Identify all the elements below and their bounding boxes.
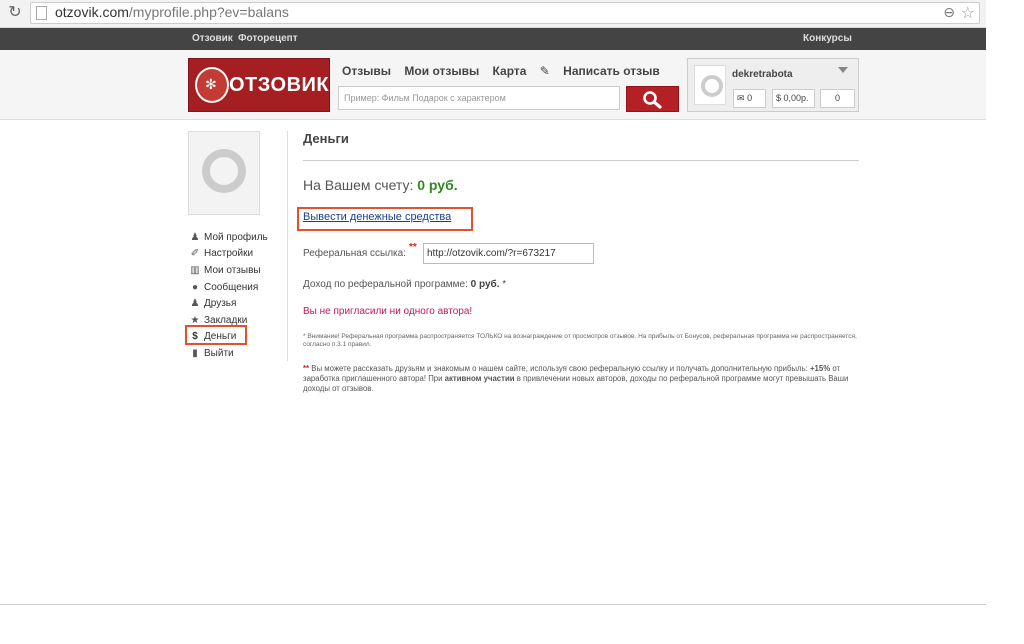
person-icon: ♟ <box>190 231 200 243</box>
logo-text: ОТЗОВИК <box>229 74 330 96</box>
withdraw-link[interactable]: Вывести денежные средства <box>303 211 451 223</box>
balance-label: На Вашем счету: <box>303 177 414 193</box>
sidebar-item-label: Друзья <box>204 298 237 310</box>
reviews-icon: ▥ <box>190 264 200 276</box>
search-icon <box>643 91 662 109</box>
sidebar-item-logout[interactable]: ▮ Выйти <box>189 345 268 362</box>
title-divider <box>303 160 859 161</box>
username[interactable]: dekretrabota <box>732 69 793 80</box>
sidebar-divider <box>287 131 288 361</box>
profile-avatar <box>188 131 260 215</box>
site-header: ОТЗОВИК Отзывы Мои отзывы Карта ✎ Написа… <box>0 50 986 120</box>
sidebar-item-settings[interactable]: ✐ Настройки <box>189 246 268 263</box>
sidebar-item-messages[interactable]: ● Сообщения <box>189 279 268 296</box>
zoom-icon[interactable]: ⊖ <box>943 4 955 21</box>
user-panel: dekretrabota ✉ 0 $ 0,00р. 0 <box>687 58 859 112</box>
topbar-link-fotorecept[interactable]: Фоторецепт <box>238 33 298 44</box>
footer-divider <box>0 604 986 605</box>
sidebar-item-label: Сообщения <box>204 281 259 293</box>
nav-write-review[interactable]: ✎ Написать отзыв <box>540 64 670 78</box>
search-button[interactable] <box>626 86 679 112</box>
user-avatar[interactable] <box>694 65 726 105</box>
browser-toolbar: ↻ otzovik.com/myprofile.php?ev=balans ⊖ … <box>0 0 986 28</box>
sidebar-item-label: Мой профиль <box>204 231 268 243</box>
nav-reviews[interactable]: Отзывы <box>342 64 391 78</box>
referral-link-field[interactable]: http://otzovik.com/?r=673217 <box>423 243 594 264</box>
chat-icon: ● <box>191 281 199 293</box>
promo-stars: ** <box>303 364 310 373</box>
income-label: Доход по реферальной программе: <box>303 279 468 290</box>
third-counter[interactable]: 0 <box>820 89 855 108</box>
page-title: Деньги <box>303 131 349 146</box>
no-invite-message: Вы не пригласили ни одного автора! <box>303 306 473 317</box>
income-mark: * <box>502 279 507 290</box>
page-icon <box>36 6 47 20</box>
referral-note: * Внимание! Реферальная программа распро… <box>303 333 857 348</box>
balance-counter[interactable]: $ 0,00р. <box>772 89 815 108</box>
referral-required-mark: ** <box>409 242 417 253</box>
sidebar-item-label: Выйти <box>204 347 234 359</box>
main-nav: Отзывы Мои отзывы Карта ✎ Написать отзыв <box>342 64 680 78</box>
messages-counter[interactable]: ✉ 0 <box>733 89 766 108</box>
pencil-icon: ✎ <box>539 64 550 78</box>
balance-line: На Вашем счету: 0 руб. <box>303 177 458 193</box>
sidebar-item-friends[interactable]: ♟ Друзья <box>189 295 268 312</box>
nav-write-review-label: Написать отзыв <box>563 64 660 78</box>
logo-ornament-icon <box>195 67 229 103</box>
wrench-icon: ✐ <box>190 248 200 260</box>
referral-income: Доход по реферальной программе: 0 руб. * <box>303 279 506 290</box>
reload-icon[interactable]: ↻ <box>6 4 24 22</box>
nav-map[interactable]: Карта <box>493 64 527 78</box>
top-links-bar: Отзовик Фоторецепт Конкурсы <box>0 28 986 50</box>
referral-promo: ** Вы можете рассказать друзьям и знаком… <box>303 364 849 394</box>
bookmark-star-icon[interactable]: ☆ <box>961 3 975 23</box>
sidebar-item-profile[interactable]: ♟ Мой профиль <box>189 229 268 246</box>
topbar-link-otzovik[interactable]: Отзовик <box>192 33 233 44</box>
url-domain: otzovik.com <box>55 4 129 20</box>
income-value: 0 руб. <box>470 279 500 290</box>
coin-icon: $ <box>776 93 782 103</box>
friends-icon: ♟ <box>190 298 200 310</box>
sidebar-item-label: Мои отзывы <box>204 264 261 276</box>
promo-percent: +15% <box>809 364 831 373</box>
url-text[interactable]: otzovik.com/myprofile.php?ev=balans <box>55 4 289 20</box>
address-bar[interactable]: otzovik.com/myprofile.php?ev=balans ⊖ ☆ <box>30 2 980 24</box>
url-path: /myprofile.php?ev=balans <box>128 4 289 20</box>
search-input[interactable]: Пример: Фильм Подарок с характером <box>338 86 620 110</box>
nav-my-reviews[interactable]: Мои отзывы <box>404 64 479 78</box>
money-highlight-box <box>185 325 247 345</box>
sidebar-item-label: Настройки <box>204 248 254 260</box>
envelope-icon: ✉ <box>737 93 745 103</box>
sidebar-item-my-reviews[interactable]: ▥ Мои отзывы <box>189 262 268 279</box>
balance-amount: 0,00р. <box>783 93 809 103</box>
site-logo[interactable]: ОТЗОВИК <box>188 58 330 112</box>
referral-label: Реферальная ссылка: <box>303 248 406 259</box>
topbar-link-contests[interactable]: Конкурсы <box>803 33 852 44</box>
exit-icon: ▮ <box>192 347 198 359</box>
messages-count: 0 <box>747 93 753 103</box>
promo-text-a: Вы можете рассказать друзьям и знакомым … <box>311 364 808 373</box>
chevron-down-icon[interactable] <box>838 67 848 73</box>
balance-value: 0 руб. <box>417 177 458 193</box>
promo-active: активном участии <box>444 374 515 383</box>
